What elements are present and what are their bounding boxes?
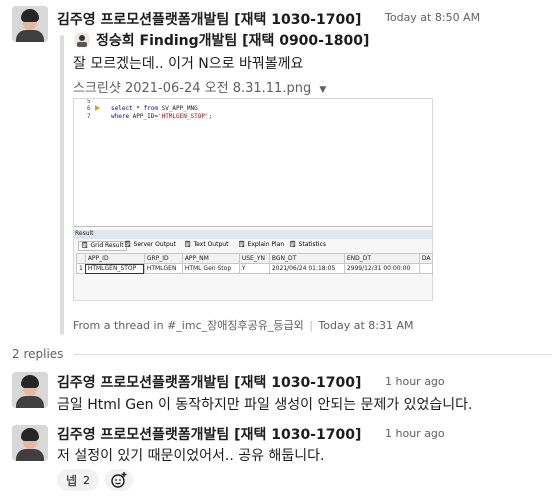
add-reaction-icon xyxy=(111,472,127,488)
grid-column-header[interactable]: APP_NM xyxy=(181,253,240,264)
grid-cell: 1 xyxy=(76,263,86,274)
reply-text: 저 설정이 있기 때문이었어서.. 공유 해둡니다. xyxy=(57,448,325,464)
message-author[interactable]: 김주영 프로모션플랫폼개발팀 [재택 1030-1700] xyxy=(57,9,361,29)
chevron-down-icon[interactable]: ▼ xyxy=(319,85,326,95)
code-line: select * from SV_APP_MNG xyxy=(111,105,198,112)
grid-column-header[interactable]: APP_ID xyxy=(84,253,145,264)
shared-text: 잘 모르겠는데.. 이거 N으로 바꿔볼께요 xyxy=(73,56,304,72)
grid-cell[interactable]: HTMLGEN xyxy=(143,263,183,274)
tab-explain-plan[interactable]: 🗒 Explain Plan xyxy=(238,241,284,251)
avatar[interactable] xyxy=(12,372,48,408)
grid-cell[interactable]: HTMLGEN_STOP xyxy=(84,263,145,274)
grid-cell[interactable]: HTML Gen Stop xyxy=(181,263,240,274)
reaction-button[interactable]: 넵 2 xyxy=(57,469,99,491)
tab-statistics[interactable]: 🗒 Statistics xyxy=(289,241,326,251)
replies-count: 2 replies xyxy=(12,347,64,361)
avatar[interactable] xyxy=(12,425,48,461)
tab-text-output[interactable]: 🗒 Text Output xyxy=(184,241,228,251)
grid-cell[interactable]: 2021/06/24 01:18:05 xyxy=(268,263,345,274)
replies-divider xyxy=(74,354,552,355)
shared-message-bar xyxy=(60,35,64,335)
reply-author[interactable]: 김주영 프로모션플랫폼개발팀 [재택 1030-1700] xyxy=(57,372,361,392)
avatar[interactable] xyxy=(12,6,48,42)
table-row[interactable]: 1 HTMLGEN_STOP HTMLGEN HTML Gen Stop Y 2… xyxy=(76,263,434,274)
grid-column-header[interactable]: USE_YN xyxy=(238,253,270,264)
thread-time-link[interactable]: Today at 8:31 AM xyxy=(318,319,413,332)
reply-timestamp[interactable]: 1 hour ago xyxy=(385,427,445,440)
code-line-num: 7 xyxy=(87,113,91,120)
file-name[interactable]: 스크린샷 2021-06-24 오전 8.31.11.png ▼ xyxy=(73,77,326,96)
tab-server-output[interactable]: 🗒 Server Output xyxy=(124,241,176,251)
add-reaction-button[interactable] xyxy=(105,469,133,491)
reply-timestamp[interactable]: 1 hour ago xyxy=(385,375,445,388)
message-timestamp[interactable]: Today at 8:50 AM xyxy=(385,11,480,24)
channel-link[interactable]: #_imc_장애징후공유_등급외 xyxy=(167,319,304,332)
grid-header-row: APP_ID GRP_ID APP_NM USE_YN BGN_DT END_D… xyxy=(76,253,434,264)
grid-cell[interactable]: Y xyxy=(238,263,270,274)
code-line: where APP_ID='HTMLGEN_STOP'; xyxy=(111,113,213,120)
reply-author[interactable]: 김주영 프로모션플랫폼개발팀 [재택 1030-1700] xyxy=(57,424,361,444)
grid-column-header[interactable]: BGN_DT xyxy=(268,253,345,264)
reaction-count: 2 xyxy=(83,473,91,487)
tab-grid-result[interactable]: 🗒 Grid Result xyxy=(78,241,127,251)
shared-author[interactable]: 정승희 Finding개발팀 [재택 0900-1800] xyxy=(96,30,369,50)
grid-column-header[interactable]: DA xyxy=(418,253,434,264)
reaction-emoji: 넵 xyxy=(65,473,78,488)
code-line-num: 5 xyxy=(87,98,91,105)
thread-source: From a thread in #_imc_장애징후공유_등급외 | Toda… xyxy=(73,319,414,332)
grid-corner xyxy=(76,253,86,264)
result-tabs: 🗒 Grid Result 🗒 Server Output 🗒 Text Out… xyxy=(78,241,428,252)
result-grid: APP_ID GRP_ID APP_NM USE_YN BGN_DT END_D… xyxy=(76,253,434,274)
grid-cell[interactable]: 2999/12/31 00:00:00 xyxy=(343,263,420,274)
arrow-right-icon xyxy=(95,105,100,111)
grid-column-header[interactable]: END_DT xyxy=(343,253,420,264)
grid-column-header[interactable]: GRP_ID xyxy=(143,253,183,264)
code-line-num: 6 xyxy=(87,105,91,112)
grid-cell[interactable] xyxy=(418,263,434,274)
result-header: Result xyxy=(74,230,432,239)
person-icon xyxy=(75,32,89,47)
reply-text: 금일 Html Gen 이 동작하지만 파일 생성이 안되는 문제가 있었습니다… xyxy=(57,397,473,413)
